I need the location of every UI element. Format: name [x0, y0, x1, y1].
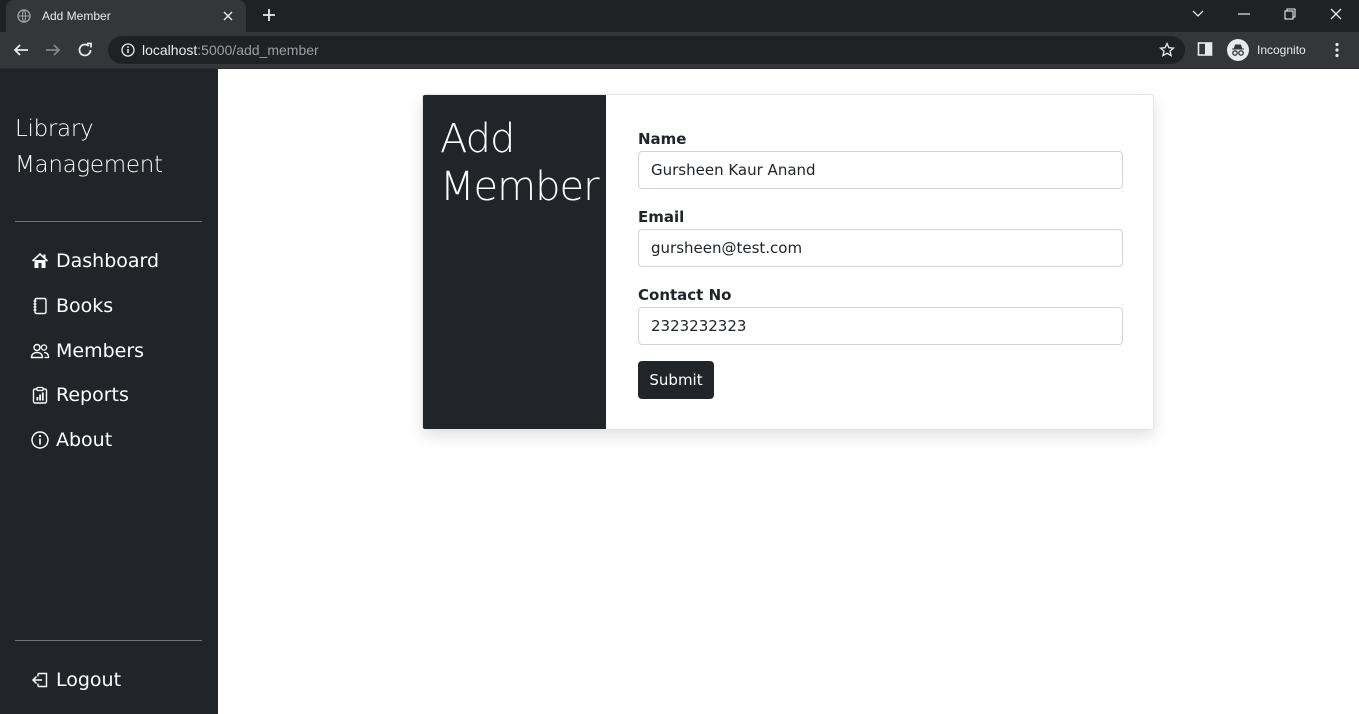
sidebar-divider-top	[15, 221, 202, 222]
sidebar-item-reports[interactable]: Reports	[30, 381, 129, 409]
card-heading-panel: Add Member	[423, 95, 606, 429]
forward-icon[interactable]	[40, 37, 66, 63]
logout-icon	[30, 670, 50, 690]
minimize-icon[interactable]	[1221, 0, 1267, 28]
sidebar-item-dashboard[interactable]: Dashboard	[30, 247, 159, 275]
clipboard-chart-icon	[30, 385, 50, 405]
sidebar-divider-bottom	[15, 640, 202, 641]
submit-button[interactable]: Submit	[638, 361, 714, 399]
restore-icon[interactable]	[1267, 0, 1313, 28]
sidebar-item-label: Reports	[56, 384, 129, 406]
tab-title: Add Member	[42, 9, 111, 23]
browser-toolbar: localhost:5000/add_member Incognito	[0, 32, 1359, 69]
address-bar[interactable]: localhost:5000/add_member	[108, 36, 1185, 64]
sidebar-item-label: Books	[56, 295, 114, 317]
book-icon	[30, 296, 50, 316]
contact-label: Contact No	[638, 286, 732, 304]
bookmark-star-icon[interactable]	[1158, 41, 1176, 61]
sidebar-item-about[interactable]: About	[30, 426, 112, 454]
sidebar-item-label: Logout	[56, 669, 122, 691]
browser-tab[interactable]: Add Member	[6, 0, 246, 32]
sidebar-item-logout[interactable]: Logout	[30, 666, 121, 694]
name-input[interactable]	[638, 151, 1123, 189]
sidebar-item-label: Dashboard	[56, 250, 160, 272]
new-tab-icon[interactable]	[258, 4, 280, 26]
browser-tabbar: Add Member	[0, 0, 1359, 32]
url-host: localhost	[142, 42, 198, 58]
browser-menu-icon[interactable]	[1328, 41, 1346, 59]
tab-search-icon[interactable]	[1175, 0, 1221, 28]
contact-input[interactable]	[638, 307, 1123, 345]
sidebar-item-label: Members	[56, 340, 145, 362]
people-icon	[30, 341, 50, 361]
globe-icon	[16, 8, 32, 24]
house-icon	[30, 251, 50, 271]
name-label: Name	[638, 130, 687, 148]
email-label: Email	[638, 208, 685, 226]
page-title-line1: Add	[440, 116, 515, 162]
brand-title[interactable]: Library Management	[15, 111, 205, 183]
sidebar-item-label: About	[56, 429, 113, 451]
page-title-line2: Member	[440, 164, 600, 210]
page-title: Add Member	[440, 115, 600, 211]
back-icon[interactable]	[8, 37, 34, 63]
close-tab-icon[interactable]	[220, 8, 236, 24]
incognito-profile[interactable]: Incognito	[1227, 37, 1306, 63]
incognito-icon	[1227, 39, 1249, 61]
reload-icon[interactable]	[72, 37, 98, 63]
info-icon	[30, 430, 50, 450]
url-path: :5000/add_member	[197, 42, 319, 58]
side-panel-icon[interactable]	[1197, 41, 1215, 59]
site-info-icon[interactable]	[120, 42, 136, 58]
incognito-label: Incognito	[1257, 43, 1306, 57]
sidebar-item-members[interactable]: Members	[30, 337, 144, 365]
close-window-icon[interactable]	[1313, 0, 1359, 28]
brand-line1: Library	[15, 116, 94, 142]
email-input[interactable]	[638, 229, 1123, 267]
add-member-card: Add Member Name Email Contact No Submit	[422, 94, 1154, 430]
sidebar-item-books[interactable]: Books	[30, 292, 113, 320]
brand-line2: Management	[15, 152, 163, 178]
sidebar: Library Management Dashboard Books Membe…	[0, 69, 218, 714]
